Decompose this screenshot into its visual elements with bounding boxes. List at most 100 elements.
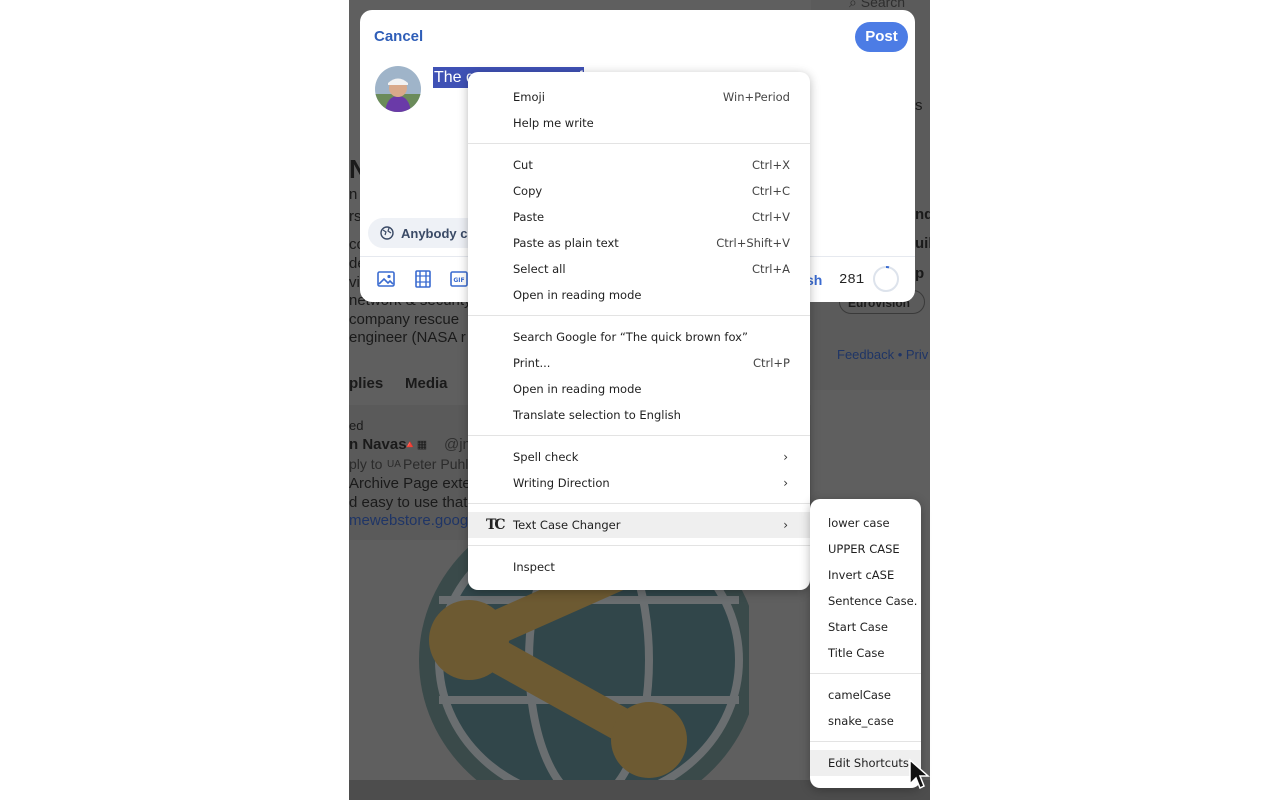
- menu-item-shortcut: Win+Period: [722, 90, 790, 104]
- menu-item-shortcut: Ctrl+X: [752, 158, 790, 172]
- progress-ring-icon: [873, 266, 899, 292]
- menu-item-label: Paste: [513, 210, 545, 224]
- post-text: d easy to use that a: [349, 494, 480, 511]
- right-col-text: p: [915, 265, 925, 282]
- image-icon[interactable]: [376, 269, 396, 289]
- context-menu-item[interactable]: Help me write: [468, 110, 810, 136]
- context-menu: Emoji Win+Period Help me write Cut Ctrl+X Cop…: [468, 72, 810, 590]
- menu-item-label: Print...: [513, 356, 551, 370]
- submenu-item-label: Edit Shortcuts: [828, 756, 909, 770]
- menu-item-label: Inspect: [513, 560, 555, 574]
- flag-ua: UA: [387, 459, 401, 470]
- context-menu-item[interactable]: Print... Ctrl+P: [468, 350, 810, 376]
- post-handle: @jn: [444, 436, 471, 453]
- context-menu-item[interactable]: Cut Ctrl+X: [468, 152, 810, 178]
- context-menu-item[interactable]: TC Text Case Changer ›: [468, 512, 810, 538]
- menu-separator: [468, 435, 810, 436]
- submenu-item-label: UPPER CASE: [828, 542, 900, 556]
- tab-replies: plies: [349, 375, 384, 392]
- context-menu-item[interactable]: Paste Ctrl+V: [468, 204, 810, 230]
- menu-item-label: Paste as plain text: [513, 236, 619, 250]
- context-menu-item[interactable]: Open in reading mode: [468, 282, 810, 308]
- menu-item-shortcut: Ctrl+P: [752, 356, 790, 370]
- reply-label: ply to: [349, 456, 383, 472]
- globe-icon: [380, 226, 394, 240]
- menu-item-label: Cut: [513, 158, 533, 172]
- mouse-cursor-icon: [909, 758, 930, 790]
- menu-separator: [468, 143, 810, 144]
- context-menu-item[interactable]: Search Google for “The quick brown fox”: [468, 324, 810, 350]
- context-menu-item[interactable]: Emoji Win+Period: [468, 84, 810, 110]
- submenu-item-label: Title Case: [828, 646, 885, 660]
- submenu-item-label: Sentence Case.: [828, 594, 918, 608]
- menu-item-label: Select all: [513, 262, 566, 276]
- submenu-item-label: Start Case: [828, 620, 888, 634]
- submenu-item[interactable]: snake_case: [810, 708, 921, 734]
- context-menu-item[interactable]: Open in reading mode: [468, 376, 810, 402]
- menu-item-shortcut: Ctrl+Shift+V: [716, 236, 790, 250]
- post-author: n Navas: [349, 436, 407, 453]
- reply-target: Peter Puhl: [403, 456, 469, 472]
- cancel-button[interactable]: Cancel: [374, 28, 423, 45]
- repost-label: ed: [349, 418, 364, 433]
- context-menu-item[interactable]: Select all Ctrl+A: [468, 256, 810, 282]
- menu-item-label: Spell check: [513, 450, 579, 464]
- menu-separator: [468, 503, 810, 504]
- tab-media: Media: [405, 375, 448, 392]
- menu-item-label: Search Google for “The quick brown fox”: [513, 330, 748, 344]
- video-icon[interactable]: [413, 269, 433, 289]
- svg-text:GIF: GIF: [453, 277, 464, 284]
- context-menu-item[interactable]: Inspect: [468, 554, 810, 580]
- right-col-text: ndi: [915, 206, 930, 223]
- chevron-right-icon: ›: [783, 450, 788, 464]
- text-case-changer-icon: TC: [486, 517, 506, 533]
- menu-item-label: Open in reading mode: [513, 382, 642, 396]
- context-menu-item[interactable]: Paste as plain text Ctrl+Shift+V: [468, 230, 810, 256]
- post-button[interactable]: Post: [855, 22, 908, 52]
- menu-item-label: Emoji: [513, 90, 545, 104]
- submenu-item[interactable]: camelCase: [810, 682, 921, 708]
- audience-button[interactable]: Anybody ca: [368, 218, 478, 248]
- submenu-item[interactable]: Sentence Case.: [810, 588, 921, 614]
- context-menu-item[interactable]: Writing Direction ›: [468, 470, 810, 496]
- text-case-submenu: lower case UPPER CASE Invert cASE Sentence …: [810, 499, 921, 788]
- chevron-right-icon: ›: [783, 476, 788, 490]
- submenu-separator: [810, 741, 921, 742]
- submenu-item[interactable]: Edit Shortcuts: [810, 750, 921, 776]
- submenu-item[interactable]: Title Case: [810, 640, 921, 666]
- menu-item-shortcut: Ctrl+A: [752, 262, 790, 276]
- submenu-item[interactable]: UPPER CASE: [810, 536, 921, 562]
- context-menu-item[interactable]: Translate selection to English: [468, 402, 810, 428]
- gif-icon[interactable]: GIF: [449, 269, 469, 289]
- submenu-item[interactable]: Start Case: [810, 614, 921, 640]
- bio-line: n: [349, 186, 358, 203]
- menu-item-label: Help me write: [513, 116, 594, 130]
- flag-icons: 🔺▦: [403, 439, 428, 451]
- menu-item-label: Copy: [513, 184, 543, 198]
- bio-line: engineer (NASA r: [349, 329, 466, 346]
- submenu-item[interactable]: Invert cASE: [810, 562, 921, 588]
- submenu-item-label: lower case: [828, 516, 890, 530]
- submenu-item-label: Invert cASE: [828, 568, 895, 582]
- menu-item-label: Text Case Changer: [513, 518, 621, 532]
- char-count: 281: [839, 272, 865, 288]
- menu-separator: [468, 545, 810, 546]
- post-link: mewebstore.goog: [349, 512, 469, 529]
- menu-separator: [468, 315, 810, 316]
- menu-item-label: Writing Direction: [513, 476, 610, 490]
- submenu-item[interactable]: lower case: [810, 510, 921, 536]
- menu-item-label: Open in reading mode: [513, 288, 642, 302]
- bio-line: company rescue: [349, 311, 460, 328]
- right-col-text: s: [915, 97, 923, 114]
- avatar: [375, 66, 421, 112]
- submenu-separator: [810, 673, 921, 674]
- context-menu-item[interactable]: Copy Ctrl+C: [468, 178, 810, 204]
- menu-item-label: Translate selection to English: [513, 408, 681, 422]
- submenu-item-label: snake_case: [828, 714, 894, 728]
- chevron-right-icon: ›: [783, 518, 788, 532]
- right-col-text: uile: [915, 235, 930, 252]
- menu-item-shortcut: Ctrl+C: [751, 184, 790, 198]
- context-menu-item[interactable]: Spell check ›: [468, 444, 810, 470]
- footer-links: Feedback • Priv: [837, 347, 929, 362]
- submenu-item-label: camelCase: [828, 688, 891, 702]
